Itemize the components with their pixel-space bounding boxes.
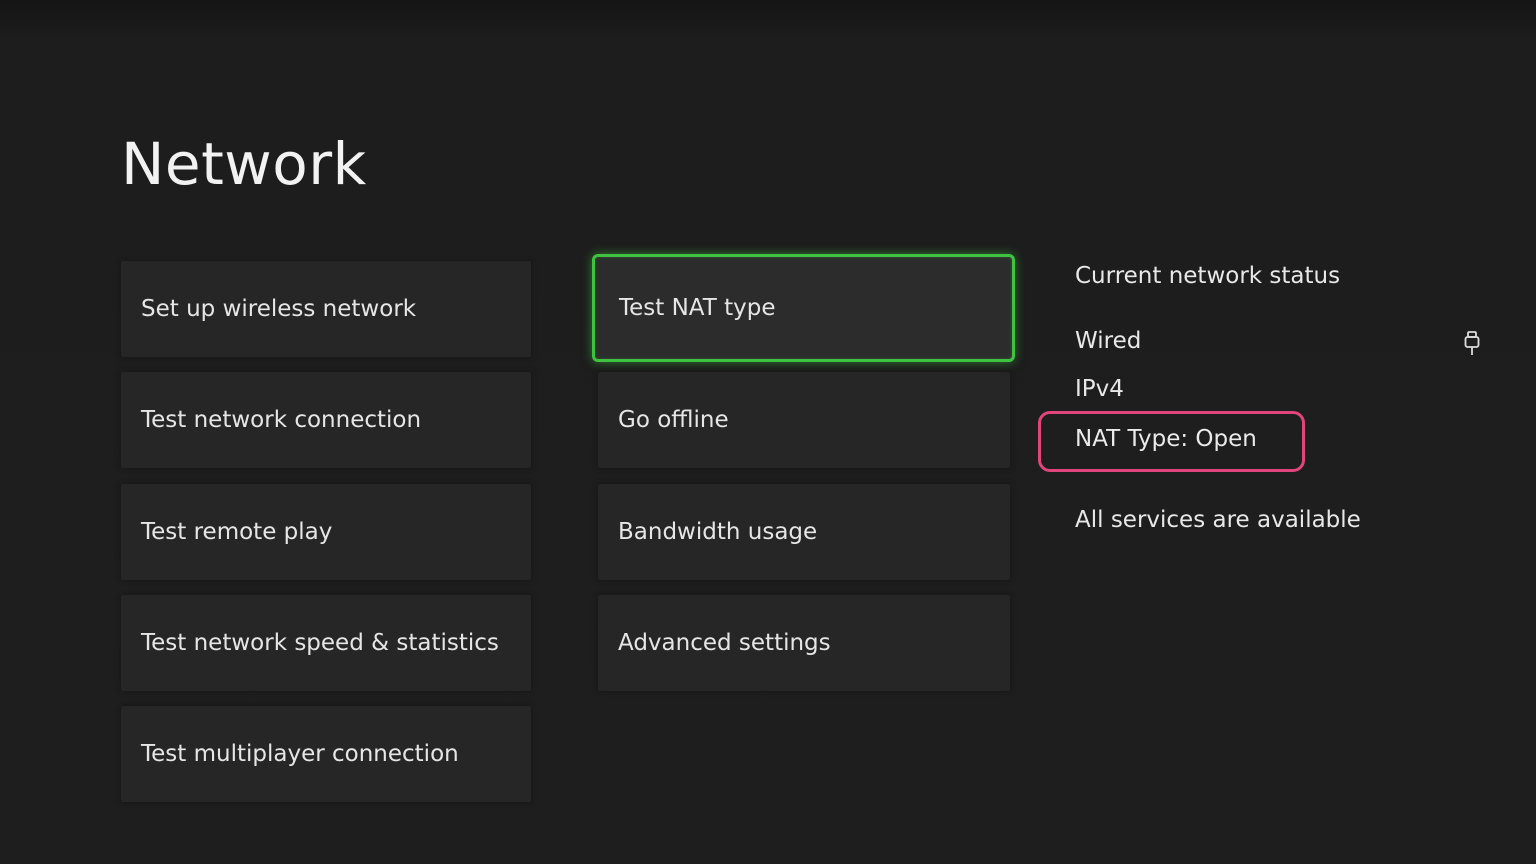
status-heading: Current network status — [1075, 263, 1341, 289]
ethernet-plug-icon — [1464, 331, 1480, 355]
test-network-connection-button[interactable]: Test network connection — [121, 372, 531, 468]
menu-item-label: Go offline — [618, 407, 729, 433]
set-up-wireless-network-button[interactable]: Set up wireless network — [121, 261, 531, 357]
menu-item-label: Bandwidth usage — [618, 519, 818, 545]
page-title: Network — [121, 130, 367, 198]
test-remote-play-button[interactable]: Test remote play — [121, 484, 531, 580]
bandwidth-usage-button[interactable]: Bandwidth usage — [598, 484, 1010, 580]
test-multiplayer-connection-button[interactable]: Test multiplayer connection — [121, 706, 531, 802]
advanced-settings-button[interactable]: Advanced settings — [598, 595, 1010, 691]
connection-type: Wired — [1075, 328, 1142, 354]
test-network-speed-button[interactable]: Test network speed & statistics — [121, 595, 531, 691]
network-settings-screen: Network Set up wireless network Test net… — [0, 0, 1536, 864]
menu-item-label: Test remote play — [141, 519, 333, 545]
test-nat-type-button[interactable]: Test NAT type — [592, 254, 1015, 362]
ip-version: IPv4 — [1075, 376, 1124, 402]
nat-type-status: NAT Type: Open — [1075, 426, 1257, 452]
menu-item-label: Set up wireless network — [141, 296, 417, 322]
menu-item-label: Advanced settings — [618, 630, 831, 656]
go-offline-button[interactable]: Go offline — [598, 372, 1010, 468]
menu-item-label: Test multiplayer connection — [141, 741, 459, 767]
menu-item-label: Test network connection — [141, 407, 422, 433]
menu-item-label: Test NAT type — [619, 295, 776, 321]
menu-item-label: Test network speed & statistics — [141, 630, 499, 656]
services-status: All services are available — [1075, 507, 1361, 533]
